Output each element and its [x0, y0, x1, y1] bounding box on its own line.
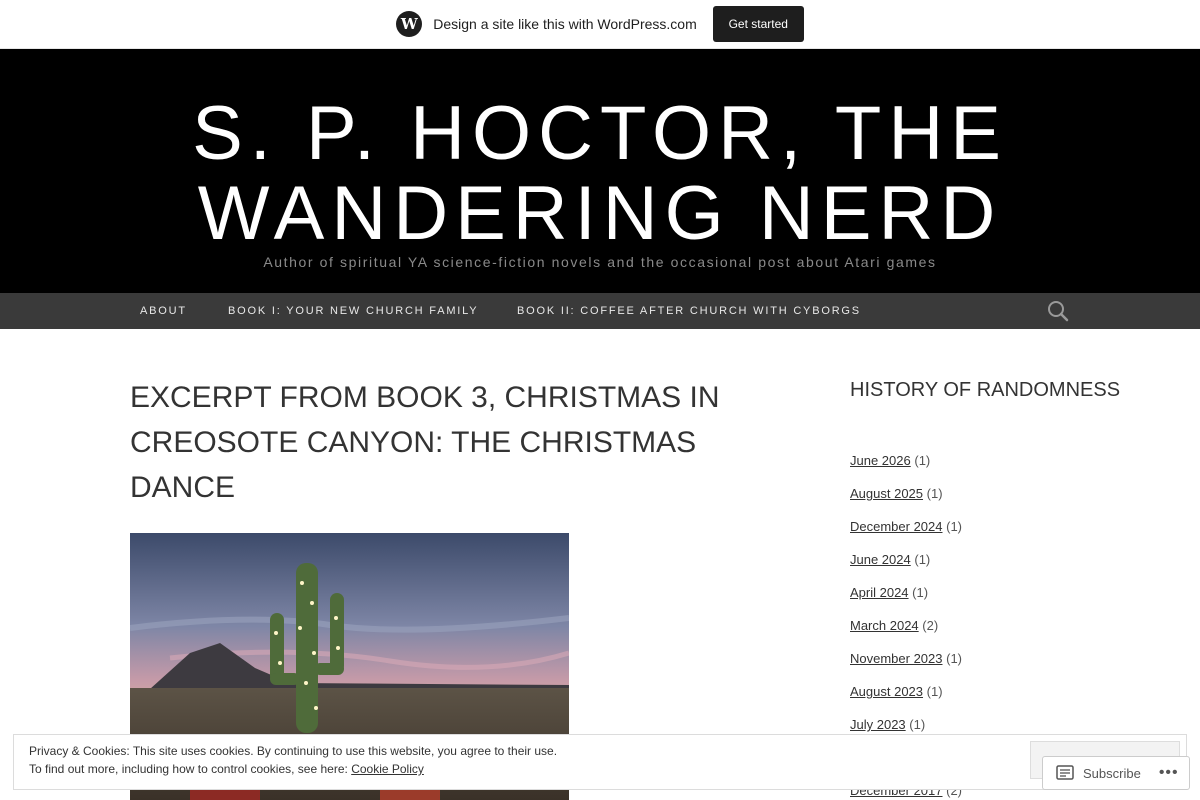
archive-count: (1) [946, 519, 963, 534]
list-item: June 2026 (1) [850, 450, 962, 483]
archive-count: (1) [926, 684, 943, 699]
nav-item-about[interactable]: ABOUT [140, 293, 187, 329]
archive-link[interactable]: June 2024 [850, 552, 911, 567]
archive-count: (1) [909, 717, 926, 732]
list-item: November 2023 (1) [850, 648, 962, 681]
list-item: June 2024 (1) [850, 549, 962, 582]
wordpress-logo-icon[interactable]: W [396, 11, 423, 37]
list-item: August 2023 (1) [850, 681, 962, 714]
archive-count: (1) [946, 651, 963, 666]
site-tagline: Author of spiritual YA science-fiction n… [263, 254, 937, 270]
cookie-policy-link[interactable]: Cookie Policy [351, 762, 424, 776]
cookie-line-2: To find out more, including how to contr… [29, 760, 557, 778]
archive-link[interactable]: August 2025 [850, 486, 923, 501]
list-item: December 2024 (1) [850, 516, 962, 549]
archives-widget-title: HISTORY OF RANDOMNESS [850, 379, 1121, 401]
archive-count: (1) [914, 552, 931, 567]
site-header: S. P. HOCTOR, THE WANDERING NERD Author … [0, 49, 1200, 293]
archive-link[interactable]: June 2026 [850, 453, 911, 468]
post-title[interactable]: EXCERPT FROM BOOK 3, CHRISTMAS IN CREOSO… [130, 375, 730, 510]
more-options-icon[interactable]: ••• [1159, 764, 1179, 782]
get-started-button[interactable]: Get started [712, 6, 804, 42]
site-title-line-1[interactable]: S. P. HOCTOR, THE [0, 94, 1200, 174]
archive-count: (2) [922, 618, 939, 633]
archive-link[interactable]: July 2023 [850, 717, 906, 732]
cookie-text: Privacy & Cookies: This site uses cookie… [29, 742, 557, 778]
search-icon[interactable] [1047, 300, 1069, 322]
archive-link[interactable]: August 2023 [850, 684, 923, 699]
list-item: March 2024 (2) [850, 615, 962, 648]
promo-text[interactable]: Design a site like this with WordPress.c… [433, 16, 697, 32]
subscribe-bar: Subscribe ••• [1042, 756, 1190, 790]
main-navigation: ABOUT BOOK I: YOUR NEW CHURCH FAMILY BOO… [0, 293, 1200, 329]
list-item: August 2025 (1) [850, 483, 962, 516]
nav-item-book-1[interactable]: BOOK I: YOUR NEW CHURCH FAMILY [228, 293, 478, 329]
archive-count: (1) [926, 486, 943, 501]
wordpress-promo-bar: W Design a site like this with WordPress… [0, 0, 1200, 49]
archive-link[interactable]: December 2024 [850, 519, 943, 534]
archive-link[interactable]: November 2023 [850, 651, 943, 666]
archive-count: (1) [914, 453, 931, 468]
reader-icon [1056, 765, 1074, 780]
cookie-line-2-prefix: To find out more, including how to contr… [29, 762, 348, 776]
list-item: April 2024 (1) [850, 582, 962, 615]
archive-link[interactable]: March 2024 [850, 618, 919, 633]
cookie-banner: Privacy & Cookies: This site uses cookie… [13, 734, 1187, 790]
site-title[interactable]: S. P. HOCTOR, THE WANDERING NERD [0, 94, 1200, 254]
archive-link[interactable]: April 2024 [850, 585, 909, 600]
site-title-line-2[interactable]: WANDERING NERD [0, 174, 1200, 254]
subscribe-button[interactable]: Subscribe [1083, 766, 1141, 781]
cookie-line-1: Privacy & Cookies: This site uses cookie… [29, 744, 558, 758]
nav-item-book-2[interactable]: BOOK II: COFFEE AFTER CHURCH WITH CYBORG… [517, 293, 861, 329]
archive-count: (1) [912, 585, 929, 600]
